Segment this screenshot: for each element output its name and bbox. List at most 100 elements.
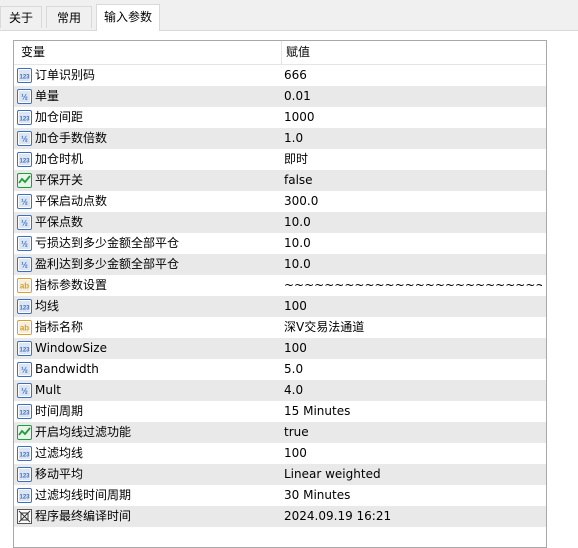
svg-text:ab: ab	[20, 324, 29, 333]
param-name: 订单识别码	[35, 68, 96, 82]
svg-text:123: 123	[19, 159, 30, 165]
table-row[interactable]: 123 加仓时机 即时	[14, 149, 546, 170]
double-type-icon: ½	[17, 89, 32, 104]
svg-text:½: ½	[21, 219, 28, 228]
param-value[interactable]: 300.0	[284, 191, 542, 212]
svg-text:½: ½	[21, 198, 28, 207]
string-type-icon: ab	[17, 278, 32, 293]
table-row[interactable]: 123 过滤均线 100	[14, 443, 546, 464]
param-value[interactable]: 1.0	[284, 128, 542, 149]
param-value[interactable]: 2024.09.19 16:21	[284, 506, 542, 527]
table-row[interactable]: 123 均线 100	[14, 296, 546, 317]
svg-text:123: 123	[19, 453, 30, 459]
table-row[interactable]: 开启均线过滤功能 true	[14, 422, 546, 443]
param-value[interactable]: 5.0	[284, 359, 542, 380]
tab-input-params-label: 输入参数	[103, 10, 152, 24]
integer-type-icon: 123	[17, 299, 32, 314]
boolean-type-icon	[17, 173, 32, 188]
column-header-variable[interactable]: 变量	[21, 41, 45, 64]
double-type-icon: ½	[17, 236, 32, 251]
param-value[interactable]: 4.0	[284, 380, 542, 401]
table-row[interactable]: ½ 平保点数 10.0	[14, 212, 546, 233]
param-value[interactable]: 10.0	[284, 233, 542, 254]
double-type-icon: ½	[17, 362, 32, 377]
svg-text:ab: ab	[20, 282, 29, 291]
param-value[interactable]: 100	[284, 443, 542, 464]
table-row[interactable]: 123 过滤均线时间周期 30 Minutes	[14, 485, 546, 506]
svg-text:123: 123	[19, 348, 30, 354]
integer-type-icon: 123	[17, 404, 32, 419]
integer-type-icon: 123	[17, 68, 32, 83]
table-row[interactable]: ½ Mult 4.0	[14, 380, 546, 401]
param-value[interactable]: 深V交易法通道	[284, 317, 542, 338]
param-value[interactable]: 即时	[284, 149, 542, 170]
tab-input-params[interactable]: 输入参数	[96, 4, 160, 31]
table-row[interactable]: ½ 盈利达到多少金额全部平仓 10.0	[14, 254, 546, 275]
param-value[interactable]: 100	[284, 296, 542, 317]
integer-type-icon: 123	[17, 446, 32, 461]
param-value[interactable]: 666	[284, 65, 542, 86]
grid-rows: 123 订单识别码 666 ½ 单量 0.01 123 加仓间距 1000 ½ 加仓手数倍数 1.0 1…	[14, 65, 546, 527]
svg-text:123: 123	[19, 306, 30, 312]
param-value[interactable]: 10.0	[284, 212, 542, 233]
string-type-icon: ab	[17, 320, 32, 335]
table-row[interactable]: 123 时间周期 15 Minutes	[14, 401, 546, 422]
double-type-icon: ½	[17, 215, 32, 230]
table-row[interactable]: ½ Bandwidth 5.0	[14, 359, 546, 380]
double-type-icon: ½	[17, 131, 32, 146]
param-name: 均线	[35, 299, 60, 313]
param-name: 开启均线过滤功能	[35, 425, 132, 439]
param-value[interactable]: 10.0	[284, 254, 542, 275]
table-row[interactable]: ½ 单量 0.01	[14, 86, 546, 107]
boolean-type-icon	[17, 425, 32, 440]
tab-common-label: 常用	[56, 11, 81, 25]
double-type-icon: ½	[17, 194, 32, 209]
table-row[interactable]: ab 指标名称 深V交易法通道	[14, 317, 546, 338]
table-row[interactable]: 123 订单识别码 666	[14, 65, 546, 86]
param-name: 加仓时机	[35, 152, 84, 166]
param-value[interactable]: true	[284, 422, 542, 443]
tab-about-label: 关于	[8, 11, 33, 25]
table-row[interactable]: 123 移动平均 Linear weighted	[14, 464, 546, 485]
table-row[interactable]: ½ 加仓手数倍数 1.0	[14, 128, 546, 149]
svg-text:½: ½	[21, 240, 28, 249]
param-value[interactable]: 30 Minutes	[284, 485, 542, 506]
param-name: 平保点数	[35, 215, 84, 229]
svg-text:123: 123	[19, 495, 30, 501]
table-row[interactable]: 123 WindowSize 100	[14, 338, 546, 359]
svg-text:½: ½	[21, 93, 28, 102]
param-name: 指标参数设置	[35, 278, 108, 292]
table-row[interactable]: 123 加仓间距 1000	[14, 107, 546, 128]
table-row[interactable]: ½ 平保启动点数 300.0	[14, 191, 546, 212]
param-name: Mult	[35, 383, 61, 397]
param-value[interactable]: 0.01	[284, 86, 542, 107]
tab-about[interactable]: 关于	[0, 6, 42, 28]
params-grid: 变量 赋值 123 订单识别码 666 ½ 单量 0.01 123 加仓间距 1000 ½ 加仓手数…	[13, 40, 547, 548]
param-name: 盈利达到多少金额全部平仓	[35, 257, 180, 271]
table-row[interactable]: 平保开关 false	[14, 170, 546, 191]
param-value[interactable]: 15 Minutes	[284, 401, 542, 422]
param-value[interactable]: 1000	[284, 107, 542, 128]
column-separator[interactable]	[281, 41, 282, 64]
param-value[interactable]: false	[284, 170, 542, 191]
param-value[interactable]: 100	[284, 338, 542, 359]
double-type-icon: ½	[17, 257, 32, 272]
param-name: 亏损达到多少金额全部平仓	[35, 236, 180, 250]
table-row[interactable]: ½ 亏损达到多少金额全部平仓 10.0	[14, 233, 546, 254]
integer-type-icon: 123	[17, 488, 32, 503]
double-type-icon: ½	[17, 383, 32, 398]
svg-text:½: ½	[21, 261, 28, 270]
svg-text:123: 123	[19, 117, 30, 123]
svg-text:½: ½	[21, 366, 28, 375]
tab-common[interactable]: 常用	[46, 6, 92, 28]
integer-type-icon: 123	[17, 341, 32, 356]
param-name: 平保启动点数	[35, 194, 108, 208]
param-name: 过滤均线时间周期	[35, 488, 132, 502]
column-header-value[interactable]: 赋值	[286, 41, 310, 64]
param-name: 指标名称	[35, 320, 84, 334]
param-value[interactable]: Linear weighted	[284, 464, 542, 485]
table-row[interactable]: ab 指标参数设置 ~~~~~~~~~~~~~~~~~~~~~~~~~~~~~~..…	[14, 275, 546, 296]
param-value[interactable]: ~~~~~~~~~~~~~~~~~~~~~~~~~~~~~~...	[284, 275, 542, 296]
table-row[interactable]: 程序最终编译时间 2024.09.19 16:21	[14, 506, 546, 527]
param-name: Bandwidth	[35, 362, 99, 376]
